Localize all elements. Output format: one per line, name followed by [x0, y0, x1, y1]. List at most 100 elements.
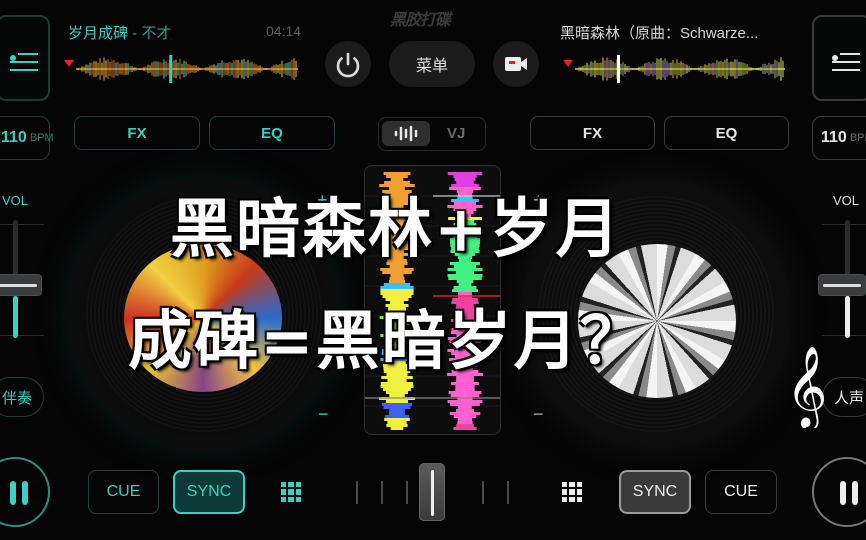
left-vertical-waveform-bar	[386, 424, 408, 427]
right-vertical-waveform-bar	[448, 277, 482, 280]
right-sync-button[interactable]: SYNC	[619, 470, 691, 514]
right-vertical-waveform-bar	[453, 286, 477, 289]
right-bpm-display[interactable]: 110BPM	[812, 116, 866, 160]
right-volume-fader-knob[interactable]	[818, 273, 866, 296]
left-accompaniment-button[interactable]: 伴奏	[0, 377, 44, 417]
right-cue-button[interactable]: CUE	[705, 470, 777, 514]
crossfader-knob[interactable]	[418, 463, 445, 521]
left-vertical-waveform-bar	[383, 406, 411, 409]
left-vertical-waveform-bar	[383, 172, 411, 175]
left-bpm-display[interactable]: 110 BPM	[0, 116, 54, 160]
left-fx-button[interactable]: FX	[74, 116, 200, 150]
right-vertical-waveform-bar	[456, 424, 474, 427]
playlist-icon	[10, 51, 38, 73]
playlist-icon	[832, 51, 860, 73]
right-eq-button[interactable]: EQ	[664, 116, 789, 150]
left-track-duration: 04:14	[266, 23, 302, 39]
right-vol-label: VOL	[833, 193, 860, 208]
left-vertical-waveform-bar	[381, 403, 413, 406]
power-icon	[336, 52, 360, 78]
right-pad-grid-icon[interactable]	[562, 482, 582, 502]
left-vertical-waveform-bar	[380, 286, 414, 289]
left-eq-button[interactable]: EQ	[209, 116, 335, 150]
right-vertical-waveform-bar	[448, 391, 482, 394]
crossfader-tick	[356, 481, 358, 504]
right-playlist-button[interactable]	[812, 15, 866, 101]
left-vertical-waveform-bar	[390, 274, 404, 277]
caption-line-2: 成碑=黑暗岁月？	[128, 304, 646, 379]
playhead[interactable]	[169, 55, 173, 83]
playhead[interactable]	[617, 55, 620, 83]
left-track-artist: - 不才	[128, 25, 172, 42]
left-cue-button[interactable]: CUE	[88, 470, 159, 514]
right-vertical-waveform-bar	[455, 388, 475, 391]
left-volume-fader-knob[interactable]	[0, 273, 42, 296]
right-volume-fill	[845, 295, 850, 338]
right-vertical-waveform-bar	[447, 274, 483, 277]
right-vertical-waveform-bar	[457, 421, 473, 424]
right-fx-button[interactable]: FX	[530, 116, 655, 150]
left-volume-fill	[13, 295, 18, 338]
right-vertical-waveform-bar	[447, 172, 483, 175]
right-vertical-waveform-bar	[450, 403, 480, 406]
right-vertical-waveform-bar	[449, 412, 481, 415]
crossfader-tick	[381, 481, 383, 504]
right-vertical-waveform-bar	[447, 400, 483, 403]
app-logo: 黑胶打碟	[390, 12, 451, 29]
right-vertical-waveform-bar	[453, 427, 477, 430]
power-button[interactable]	[325, 41, 371, 87]
right-fader-tick-bottom	[822, 335, 866, 336]
right-vertical-waveform-bar	[453, 415, 477, 418]
left-play-pause-button[interactable]	[0, 457, 50, 527]
left-vertical-waveform-bar	[387, 421, 407, 424]
right-track-title: 黑暗森林（原曲：Schwarze...	[560, 25, 759, 42]
menu-button[interactable]: 菜单	[389, 41, 475, 87]
left-vertical-waveform-bar	[390, 427, 404, 430]
crossfader-tick	[406, 481, 408, 504]
record-button[interactable]	[493, 41, 539, 87]
right-pitch-down[interactable]: −	[533, 404, 544, 425]
right-overview-waveform[interactable]	[575, 54, 785, 84]
left-vol-label: VOL	[2, 193, 29, 208]
left-bpm-unit: BPM	[29, 132, 54, 144]
left-pitch-down[interactable]: −	[318, 404, 329, 425]
left-bpm-value: 110	[1, 129, 27, 146]
treble-clef-icon: 𝄞	[786, 345, 824, 428]
waveform-icon	[394, 125, 418, 142]
caption-line-1: 黑暗森林+岁月	[170, 192, 622, 267]
left-pad-grid-icon[interactable]	[281, 482, 301, 502]
left-vertical-waveform-bar	[383, 283, 411, 286]
right-vertical-waveform-bar	[451, 382, 479, 385]
left-vertical-waveform-bar	[385, 400, 409, 403]
crossfader-tick	[482, 481, 484, 504]
right-play-pause-button[interactable]	[812, 457, 866, 527]
right-vocal-button[interactable]: 人声	[822, 377, 866, 417]
left-overview-waveform[interactable]	[76, 54, 298, 84]
waveform-view-tab[interactable]	[382, 121, 430, 146]
vj-view-tab[interactable]: VJ	[447, 125, 465, 142]
right-bpm-value: 110	[821, 129, 847, 146]
left-vertical-waveform-bar	[380, 385, 414, 388]
left-fader-tick-top	[0, 224, 44, 225]
left-vertical-waveform-bar	[380, 382, 414, 385]
left-playlist-button[interactable]	[0, 15, 50, 101]
left-vertical-waveform-bar	[389, 409, 405, 412]
right-vertical-waveform-bar	[450, 394, 480, 397]
left-vertical-waveform-bar	[383, 388, 411, 391]
left-fader-tick-bottom	[0, 335, 44, 336]
left-vertical-waveform-bar	[389, 412, 405, 415]
right-vertical-waveform-bar	[458, 283, 472, 286]
view-toggle[interactable]: VJ	[378, 117, 486, 151]
left-vertical-waveform-bar	[389, 394, 405, 397]
left-cue-marker	[64, 60, 74, 67]
right-vertical-waveform-bar	[455, 271, 475, 274]
right-vertical-waveform-bar	[457, 418, 473, 421]
svg-text:𝄞: 𝄞	[786, 345, 824, 428]
right-vertical-waveform-bar	[456, 280, 474, 283]
left-vertical-waveform-bar	[389, 277, 405, 280]
right-fader-tick-top	[822, 224, 866, 225]
left-vertical-waveform-bar	[384, 415, 410, 418]
left-sync-button[interactable]: SYNC	[173, 470, 245, 514]
left-vertical-waveform-bar	[386, 391, 408, 394]
left-vertical-waveform-bar	[384, 418, 410, 421]
